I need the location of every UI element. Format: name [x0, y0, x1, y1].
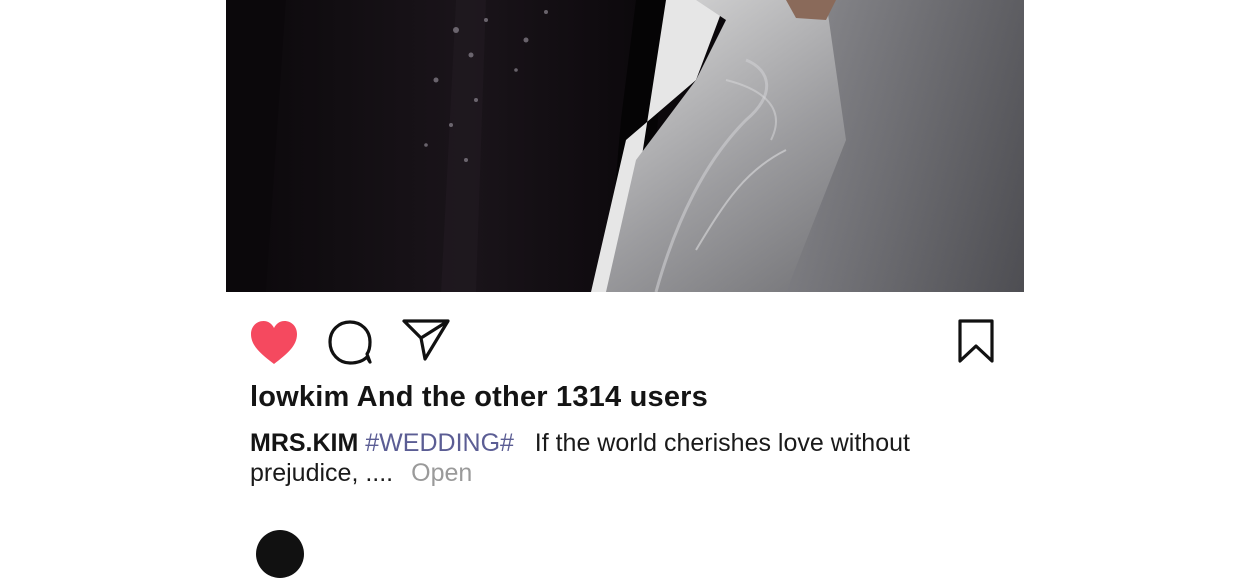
post-card: lowkim And the other 1314 users MRS.KIM … [226, 0, 1024, 578]
post-action-bar [226, 292, 1024, 380]
caption-text-line2: prejudice, .... [250, 459, 394, 487]
avatar[interactable] [256, 530, 304, 578]
paper-plane-icon[interactable] [401, 318, 451, 362]
post-caption: MRS.KIM #WEDDING# If the world cherishes… [250, 428, 930, 488]
caption-more-link[interactable]: Open [411, 459, 472, 487]
bookmark-icon[interactable] [957, 318, 995, 364]
wedding-photo-image [226, 0, 1024, 292]
likes-count-text[interactable]: lowkim And the other 1314 users [250, 381, 708, 414]
post-photo[interactable] [226, 0, 1024, 292]
heart-icon[interactable] [249, 320, 299, 366]
caption-username[interactable]: MRS.KIM [250, 429, 358, 457]
caption-text-line1: If the world cherishes love without [534, 429, 910, 457]
speech-bubble-icon[interactable] [327, 319, 373, 365]
caption-hashtag[interactable]: #WEDDING# [365, 429, 514, 457]
